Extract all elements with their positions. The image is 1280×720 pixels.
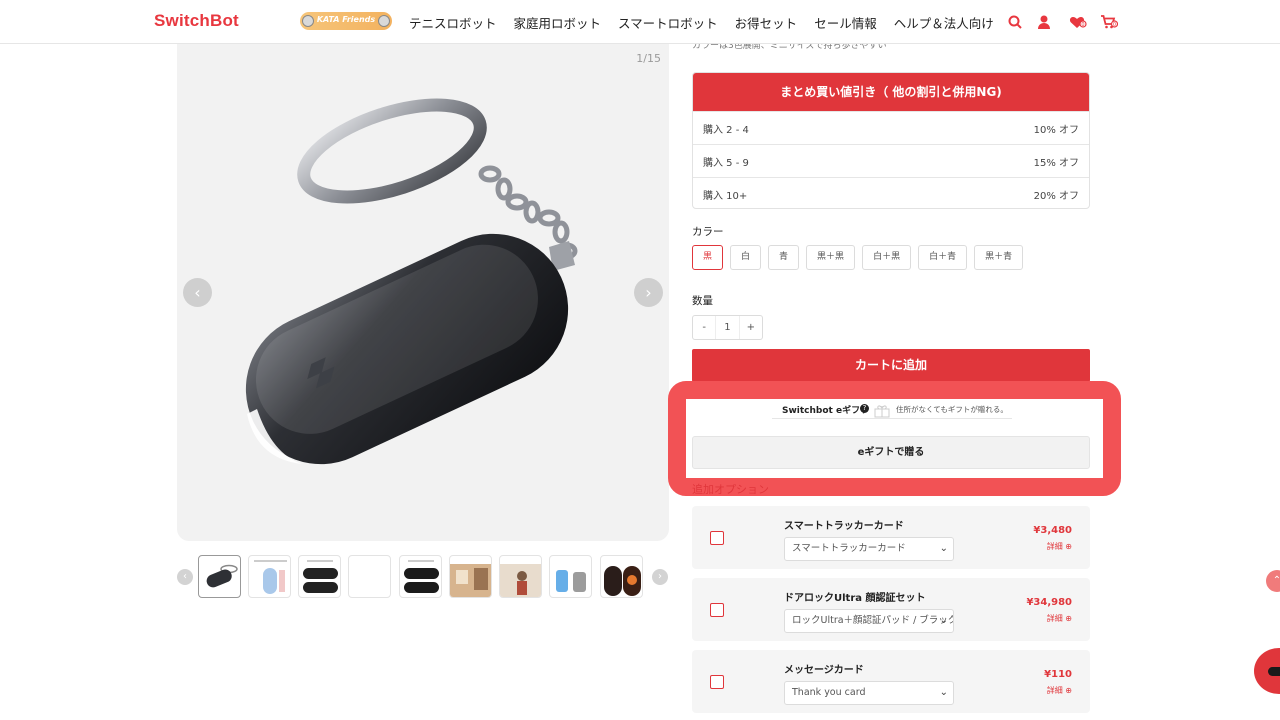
addon-select[interactable]: Thank you card ⌄ [784, 681, 954, 705]
color-option-black-black[interactable]: 黒＋黒 [806, 245, 856, 270]
cart-icon[interactable]: 0 [1100, 14, 1119, 30]
color-option-black[interactable]: 黒 [692, 245, 724, 270]
nav-sale[interactable]: セール情報 [814, 13, 877, 32]
wishlist-icon[interactable]: 0 [1069, 14, 1087, 30]
thumbnail[interactable] [248, 555, 291, 598]
addon-option: ドアロックUltra 顔認証セット ロックUltra＋顔認証パッド / ブラック… [692, 578, 1090, 641]
send-egift-button[interactable]: eギフトで贈る [692, 436, 1090, 469]
addon-select-value: スマートトラッカーカード [792, 543, 906, 554]
quantity-label: 数量 [692, 295, 713, 307]
switchbot-logo[interactable]: SwitchBot [154, 11, 239, 31]
help-icon[interactable]: ? [860, 404, 869, 413]
addon-select[interactable]: ロックUltra＋顔認証パッド / ブラック ⌄ [784, 609, 954, 633]
discount-rate: 15% オフ [1033, 157, 1079, 169]
bulk-discount-table: まとめ買い値引き（ 他の割引と併用NG) 購入 2 - 4 10% オフ 購入 … [692, 72, 1090, 209]
chevron-down-icon: ⌄ [939, 687, 948, 698]
color-options: 黒 白 青 黒＋黒 白＋黒 白＋青 黒＋青 [692, 245, 1024, 270]
addon-detail-link[interactable]: 詳細 ⊕ [1047, 541, 1072, 552]
addon-price: ¥110 [1044, 669, 1072, 680]
addon-checkbox[interactable] [710, 603, 724, 617]
addon-price: ¥3,480 [1033, 525, 1072, 536]
quantity-increase-button[interactable]: + [740, 316, 762, 339]
egift-header: Switchbot eギフト ? 住所がなくてもギフトが贈れる。 [692, 401, 1090, 419]
color-label: カラー [692, 226, 724, 238]
thumbnail[interactable] [449, 555, 492, 598]
kata-friends-badge[interactable]: KATA Friends [300, 12, 392, 30]
quantity-stepper: - 1 + [692, 315, 763, 340]
thumbnail[interactable] [399, 555, 442, 598]
discount-row: 購入 2 - 4 10% オフ [693, 111, 1089, 144]
badge-ball-icon [302, 15, 314, 27]
addon-price: ¥34,980 [1026, 597, 1072, 608]
chat-icon [1268, 667, 1280, 676]
thumbnail-strip: ‹ › [177, 555, 669, 599]
color-option-white-blue[interactable]: 白＋青 [918, 245, 968, 270]
quantity-decrease-button[interactable]: - [693, 316, 715, 339]
color-option-white[interactable]: 白 [730, 245, 762, 270]
product-gallery: 1/15 ‹ › [177, 44, 669, 541]
wishlist-count: 0 [1081, 22, 1084, 28]
addon-detail-link[interactable]: 詳細 ⊕ [1047, 685, 1072, 696]
chevron-down-icon: ⌄ [939, 543, 948, 554]
nav-smart-robot[interactable]: スマートロボット [618, 13, 718, 32]
color-option-white-black[interactable]: 白＋黒 [862, 245, 912, 270]
thumbnail[interactable] [348, 555, 391, 598]
egift-title: Switchbot eギフト [782, 406, 870, 416]
product-image [245, 98, 578, 465]
thumb-next-button[interactable]: › [652, 569, 668, 585]
bulk-discount-title: まとめ買い値引き（ 他の割引と併用NG) [693, 73, 1089, 111]
gallery-next-button[interactable]: › [634, 278, 663, 307]
thumbnail[interactable] [549, 555, 592, 598]
discount-rate: 10% オフ [1033, 124, 1079, 136]
chevron-down-icon: ⌄ [939, 615, 948, 626]
thumbnail[interactable] [198, 555, 241, 598]
addon-select-value: Thank you card [792, 687, 866, 698]
site-header: SwitchBot KATA Friends テニスロボット 家庭用ロボット ス… [0, 0, 1280, 44]
color-option-black-blue[interactable]: 黒＋青 [974, 245, 1024, 270]
nav-tennis-robot[interactable]: テニスロボット [409, 13, 497, 32]
egift-description: 住所がなくてもギフトが贈れる。 [896, 405, 1008, 414]
thumbnail[interactable] [600, 555, 643, 598]
egift-divider [772, 418, 1012, 419]
discount-rate: 20% オフ [1033, 190, 1079, 202]
cart-count: 0 [1113, 22, 1116, 28]
color-option-blue[interactable]: 青 [768, 245, 800, 270]
scroll-top-icon[interactable]: ⌃ [1266, 570, 1280, 592]
addon-select-value: ロックUltra＋顔認証パッド / ブラック [792, 615, 954, 626]
additional-options-title: 追加オプション [692, 483, 769, 496]
addon-option: メッセージカード Thank you card ⌄ ¥110 詳細 ⊕ [692, 650, 1090, 713]
addon-name: ドアロックUltra 顔認証セット [784, 593, 926, 604]
main-nav: テニスロボット 家庭用ロボット スマートロボット お得セット セール情報 ヘルプ… [409, 13, 1011, 32]
badge-ball-icon [378, 15, 390, 27]
addon-detail-link[interactable]: 詳細 ⊕ [1047, 613, 1072, 624]
thumbnail[interactable] [298, 555, 341, 598]
thumbnail[interactable] [499, 555, 542, 598]
addon-checkbox[interactable] [710, 531, 724, 545]
discount-qty: 購入 10+ [703, 190, 748, 202]
add-to-cart-button[interactable]: カートに追加 [692, 349, 1090, 382]
thumb-prev-button[interactable]: ‹ [177, 569, 193, 585]
nav-help-business[interactable]: ヘルプ＆法人向け [894, 13, 994, 32]
discount-qty: 購入 2 - 4 [703, 124, 749, 136]
discount-row: 購入 5 - 9 15% オフ [693, 144, 1089, 177]
addon-checkbox[interactable] [710, 675, 724, 689]
addon-name: スマートトラッカーカード [784, 521, 904, 532]
gift-icon [874, 405, 890, 418]
discount-qty: 購入 5 - 9 [703, 157, 749, 169]
nav-bundle-deals[interactable]: お得セット [735, 13, 798, 32]
search-icon[interactable] [1007, 14, 1023, 30]
chat-button[interactable] [1254, 648, 1280, 694]
user-icon[interactable] [1036, 14, 1052, 30]
image-counter: 1/15 [636, 52, 661, 65]
addon-option: スマートトラッカーカード スマートトラッカーカード ⌄ ¥3,480 詳細 ⊕ [692, 506, 1090, 569]
quantity-input[interactable]: 1 [715, 316, 740, 339]
addon-name: メッセージカード [784, 665, 864, 676]
kata-friends-label: KATA Friends [316, 15, 376, 24]
gallery-prev-button[interactable]: ‹ [183, 278, 212, 307]
addon-select[interactable]: スマートトラッカーカード ⌄ [784, 537, 954, 561]
nav-home-robot[interactable]: 家庭用ロボット [514, 13, 602, 32]
discount-row: 購入 10+ 20% オフ [693, 177, 1089, 208]
